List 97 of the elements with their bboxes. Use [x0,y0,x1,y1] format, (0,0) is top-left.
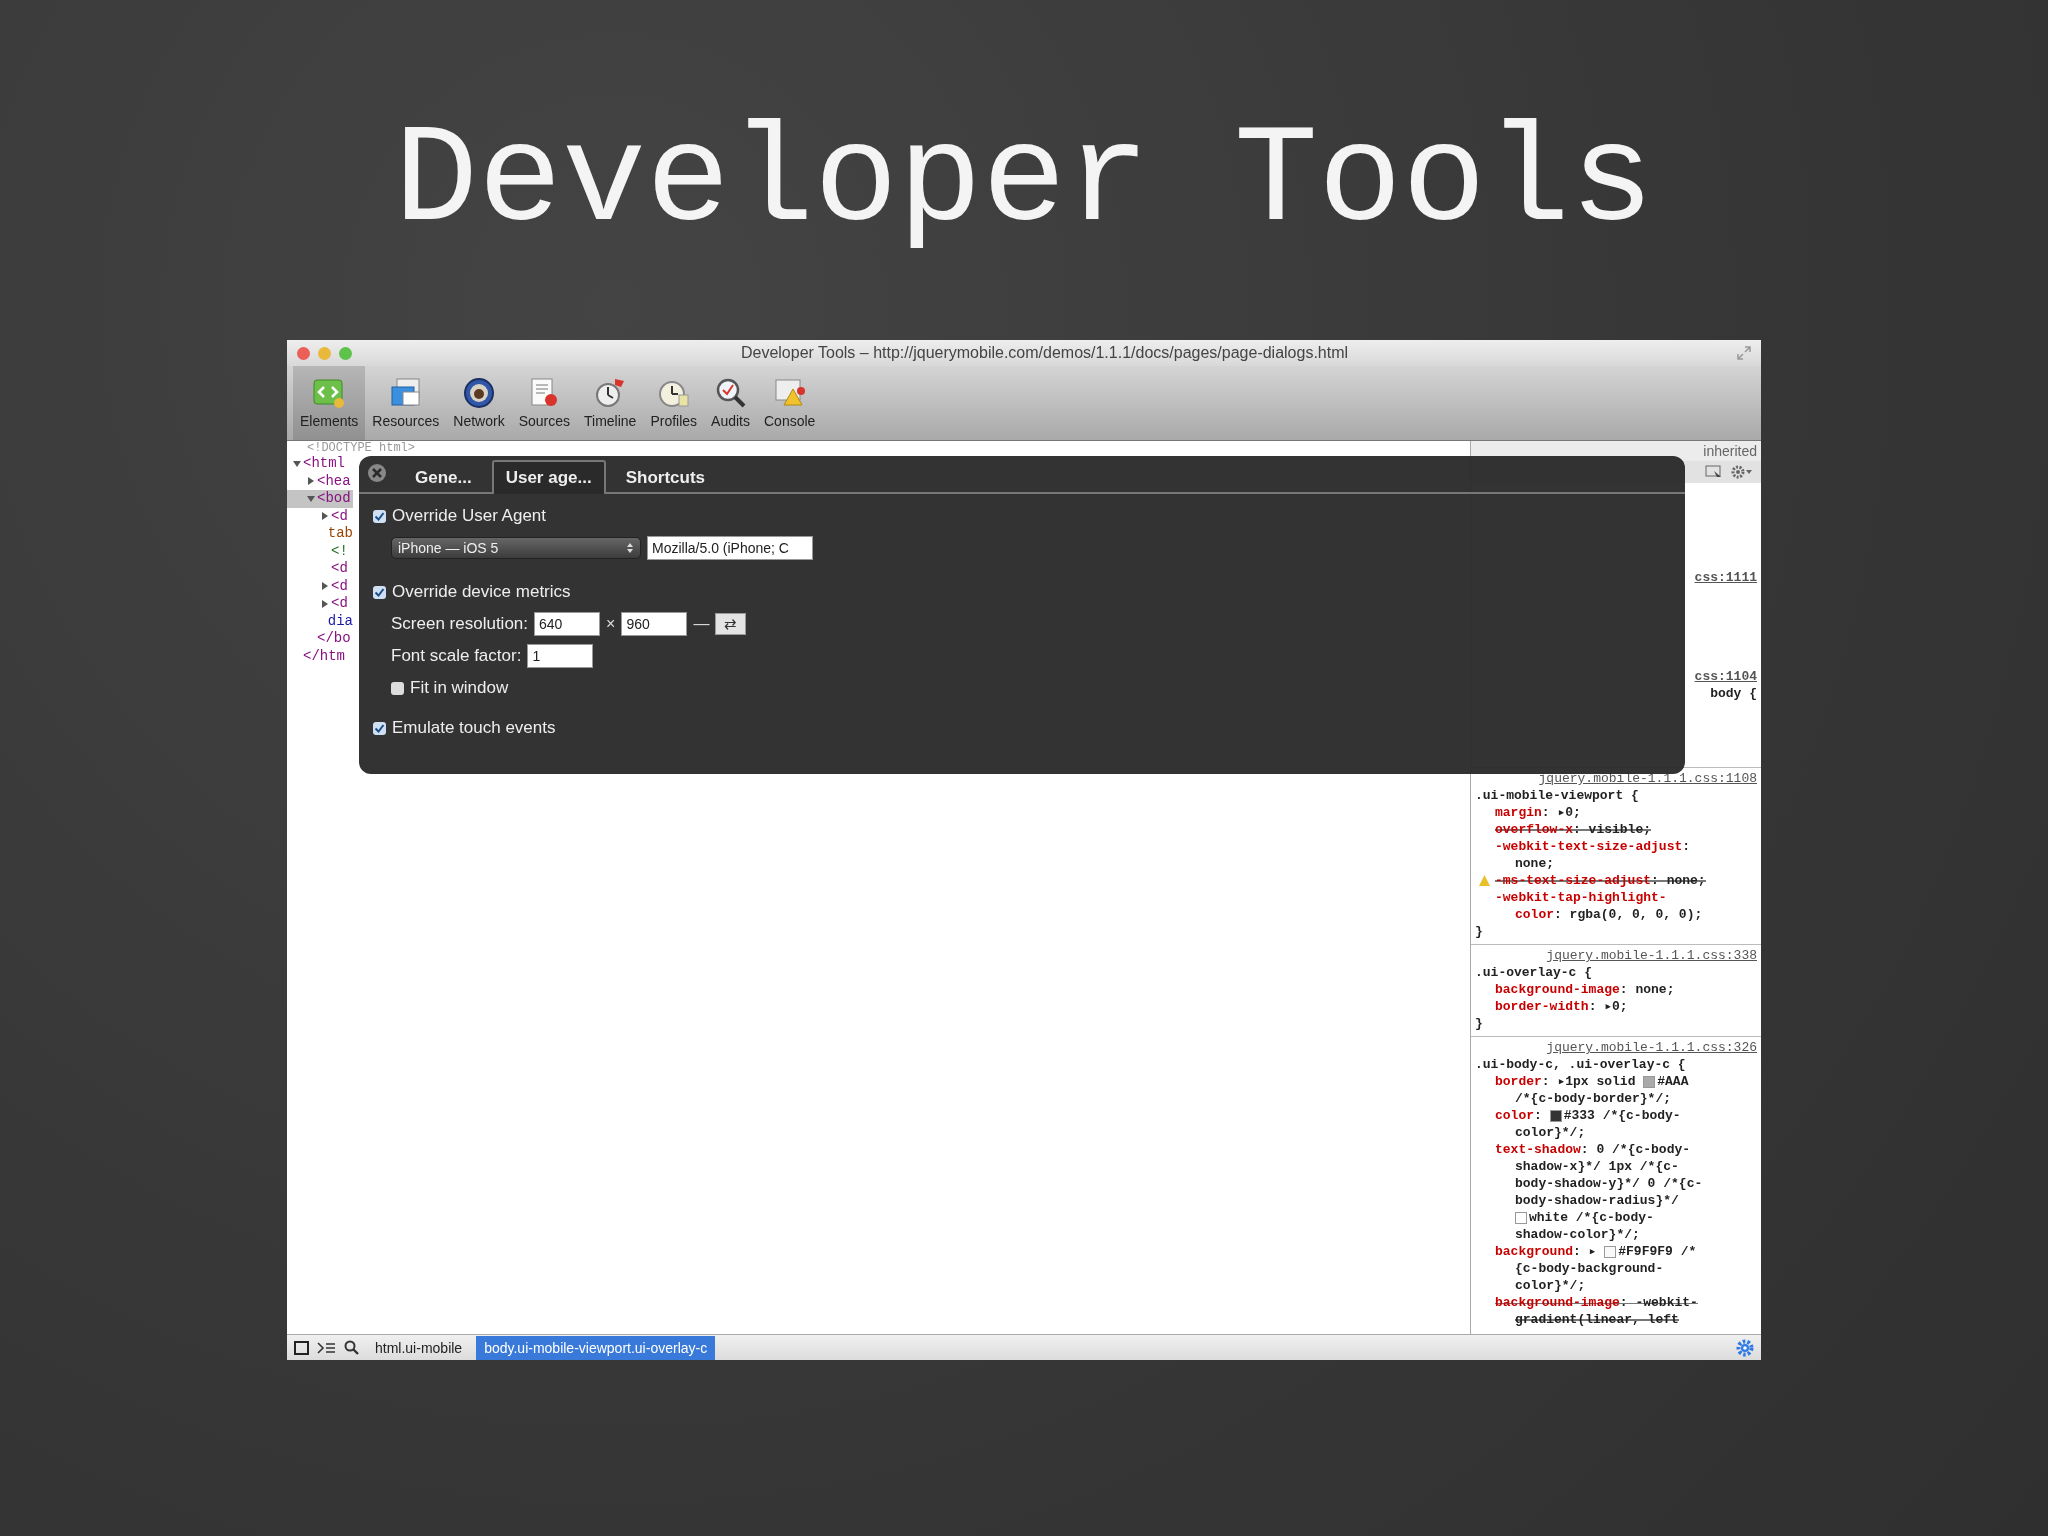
times-sign: × [606,615,616,633]
code-line: background: ▸ #F9F9F9 /* [1494,1243,1698,1260]
dock-icon[interactable] [293,1339,311,1356]
code-line: .ui-overlay-c { [1475,964,1594,981]
code-line: none; [1514,855,1555,872]
code-line: text-shadow: 0 /*{c-body- [1494,1141,1692,1158]
height-field[interactable]: 960 [621,612,688,636]
settings-icon[interactable] [1731,465,1753,479]
tree-row[interactable]: <d [287,507,353,525]
code-line: .ui-mobile-viewport { [1475,787,1640,804]
toolbar-button[interactable]: Resources [365,366,447,440]
code-fragment: css:1104 [1694,668,1757,685]
globe-icon [461,377,496,409]
window-title: Developer Tools – http://jquerymobile.com/demos/1.1.1/docs/pages/page-dialogs.html [739,344,1350,362]
code-line: border: ▸1px solid #AAA [1494,1073,1690,1090]
code-line: white /*{c-body- [1475,1209,1757,1226]
code-line: color}*/; [1514,1124,1587,1141]
code-line: {c-body-background- [1514,1260,1665,1277]
checkbox-label: Override device metrics [392,582,571,602]
checkbox[interactable] [373,721,386,735]
inspect-icon[interactable] [1705,465,1723,479]
collapsed-arrow-icon[interactable] [321,582,329,591]
code-line: color: rgba(0, 0, 0, 0); [1514,906,1704,923]
dash-sign: — [693,615,710,633]
code-line: color}*/; [1514,1277,1587,1294]
width-field[interactable]: 640 [534,612,601,636]
code-line: -webkit-text-size-adjust: [1494,838,1692,855]
expanded-arrow-icon[interactable] [293,459,301,468]
code-line: } [1475,923,1484,940]
windows-icon [388,377,423,409]
code-fragment: body { [1710,685,1757,702]
code-line: margin: ▸0; [1494,804,1582,821]
code-line: background-image: none; [1494,981,1676,998]
collapsed-arrow-icon[interactable] [307,477,315,486]
code-line: shadow-color}*/; [1514,1226,1641,1243]
dropdown-arrows-icon [626,542,634,554]
field-label: Font scale factor: [391,646,522,666]
toolbar-button[interactable]: Profiles [643,366,705,440]
font-scale-field[interactable]: 1 [527,644,594,668]
swap-button[interactable]: ⇄ [715,613,747,635]
close-button[interactable] [297,346,310,360]
settings-icon[interactable] [1735,1337,1755,1358]
checkbox-label: Override User Agent [392,506,546,526]
tree-row[interactable]: <hea [287,472,353,490]
tree-row[interactable]: <d [287,577,353,595]
tree-row[interactable]: <d [287,560,353,578]
code-line: -webkit-tap-highlight- [1494,889,1668,906]
toolbar-button[interactable]: Timeline [577,366,644,440]
toolbar-button[interactable]: Audits [704,366,757,440]
checkbox[interactable] [391,681,404,695]
code-fragment: css:1111 [1694,569,1757,586]
tree-row[interactable]: </htm [287,647,353,665]
code-line: shadow-x}*/ 1px /*{c- [1514,1158,1680,1175]
tree-row[interactable]: <! [287,542,353,560]
checkbox[interactable] [373,585,386,599]
checkbox[interactable] [373,509,386,523]
collapsed-arrow-icon[interactable] [321,599,329,608]
code-line: body-shadow-radius}*/ [1514,1192,1680,1209]
breadcrumb[interactable]: html.ui-mobile [367,1335,471,1360]
source-link[interactable]: jquery.mobile-1.1.1.css:326 [1546,1040,1757,1055]
close-icon[interactable] [367,463,387,483]
breadcrumb[interactable]: body.ui-mobile-viewport.ui-overlay-c [476,1335,716,1360]
tree-row[interactable]: <d [287,595,353,613]
dialog-tab[interactable]: Shortcuts [611,460,720,494]
source-link[interactable]: jquery.mobile-1.1.1.css:338 [1546,948,1757,963]
console-icon[interactable] [317,1339,337,1356]
code-line: /*{c-body-border}*/; [1514,1090,1673,1107]
warning-icon [772,377,807,409]
tree-row[interactable]: dia [287,612,353,630]
doctype-line: <!DOCTYPE html> [306,442,417,455]
toolbar-button[interactable]: Sources [511,366,577,440]
toolbar-button[interactable]: Elements [293,366,366,440]
user-agent-dropdown[interactable]: iPhone — iOS 5 [391,537,641,559]
code-line: .ui-body-c, .ui-overlay-c { [1475,1056,1687,1073]
code-line: border-width: ▸0; [1494,998,1629,1015]
dialog-tab[interactable]: Gene... [401,460,486,494]
tree-row[interactable]: <html [287,455,353,473]
checkbox-label: Fit in window [410,678,509,698]
code-line: } [1475,1015,1484,1032]
code-line: color: #333 /*{c-body- [1494,1107,1682,1124]
toolbar-button[interactable]: Console [757,366,823,440]
tree-row[interactable]: </bo [287,630,353,648]
show-inherited-label: inherited [1703,443,1757,459]
expanded-arrow-icon[interactable] [307,494,315,503]
field-label: Screen resolution: [391,614,529,634]
dialog-tab[interactable]: User age... [491,460,606,494]
tree-row[interactable]: <bod [287,490,353,508]
source-link[interactable]: jquery.mobile-1.1.1.css:1108 [1538,771,1757,786]
search-icon[interactable] [343,1339,361,1356]
tree-row[interactable]: tab [287,525,353,543]
user-agent-field[interactable]: Mozilla/5.0 (iPhone; C [647,536,813,560]
code-line: body-shadow-y}*/ 0 /*{c- [1514,1175,1704,1192]
toolbar-button[interactable]: Network [446,366,512,440]
checkbox-label: Emulate touch events [392,718,556,738]
code-brackets-icon [312,377,347,409]
slide-title: Developer Tools [393,112,1655,263]
collapsed-arrow-icon[interactable] [321,512,329,521]
